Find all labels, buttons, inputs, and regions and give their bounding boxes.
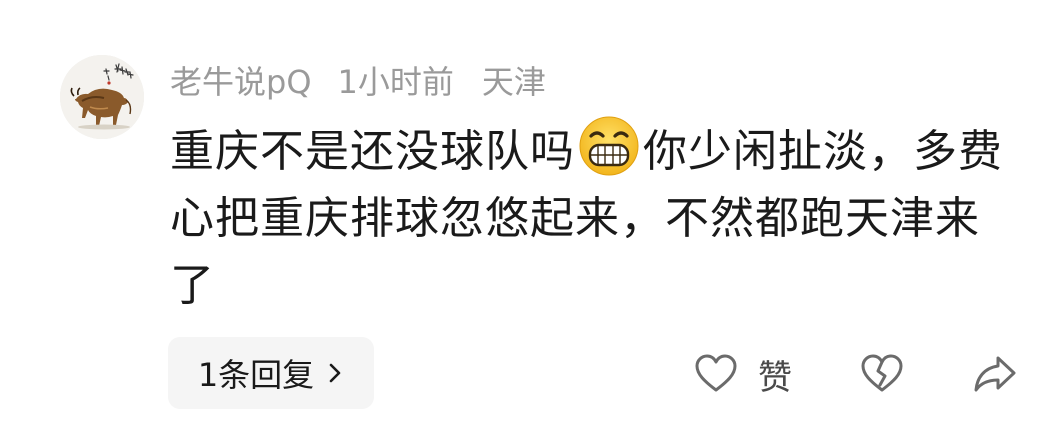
like-label: 赞 <box>758 357 792 398</box>
avatar[interactable] <box>60 55 144 139</box>
broken-heart-icon <box>861 354 903 392</box>
comment-text-part-1: 重庆不是还没球队吗 <box>170 126 575 177</box>
comment-item: 老牛说pQ 1小时前 天津 重庆不是还没球队吗 你少闲扯淡，多费心把重庆排球忽悠… <box>0 0 1048 421</box>
timestamp: 1小时前 <box>337 63 454 101</box>
like-button[interactable]: 赞 <box>694 348 792 400</box>
username[interactable]: 老牛说pQ <box>170 57 312 103</box>
location: 天津 <box>481 63 546 101</box>
comment-meta: 老牛说pQ 1小时前 天津 <box>170 58 546 102</box>
dislike-button[interactable] <box>860 348 904 400</box>
comment-text: 重庆不是还没球队吗 你少闲扯淡，多费心把重庆排球忽悠起来，不然都跑天津来了 <box>170 114 1020 319</box>
chevron-right-icon <box>329 363 341 383</box>
share-button[interactable] <box>972 348 1018 400</box>
view-replies-button[interactable]: 1条回复 <box>168 337 374 409</box>
reply-count-label: 1条回复 <box>197 356 315 394</box>
heart-icon <box>695 354 737 392</box>
share-arrow-icon <box>974 356 1016 392</box>
bull-painting-icon <box>60 55 144 139</box>
grinning-face-icon <box>579 116 639 176</box>
